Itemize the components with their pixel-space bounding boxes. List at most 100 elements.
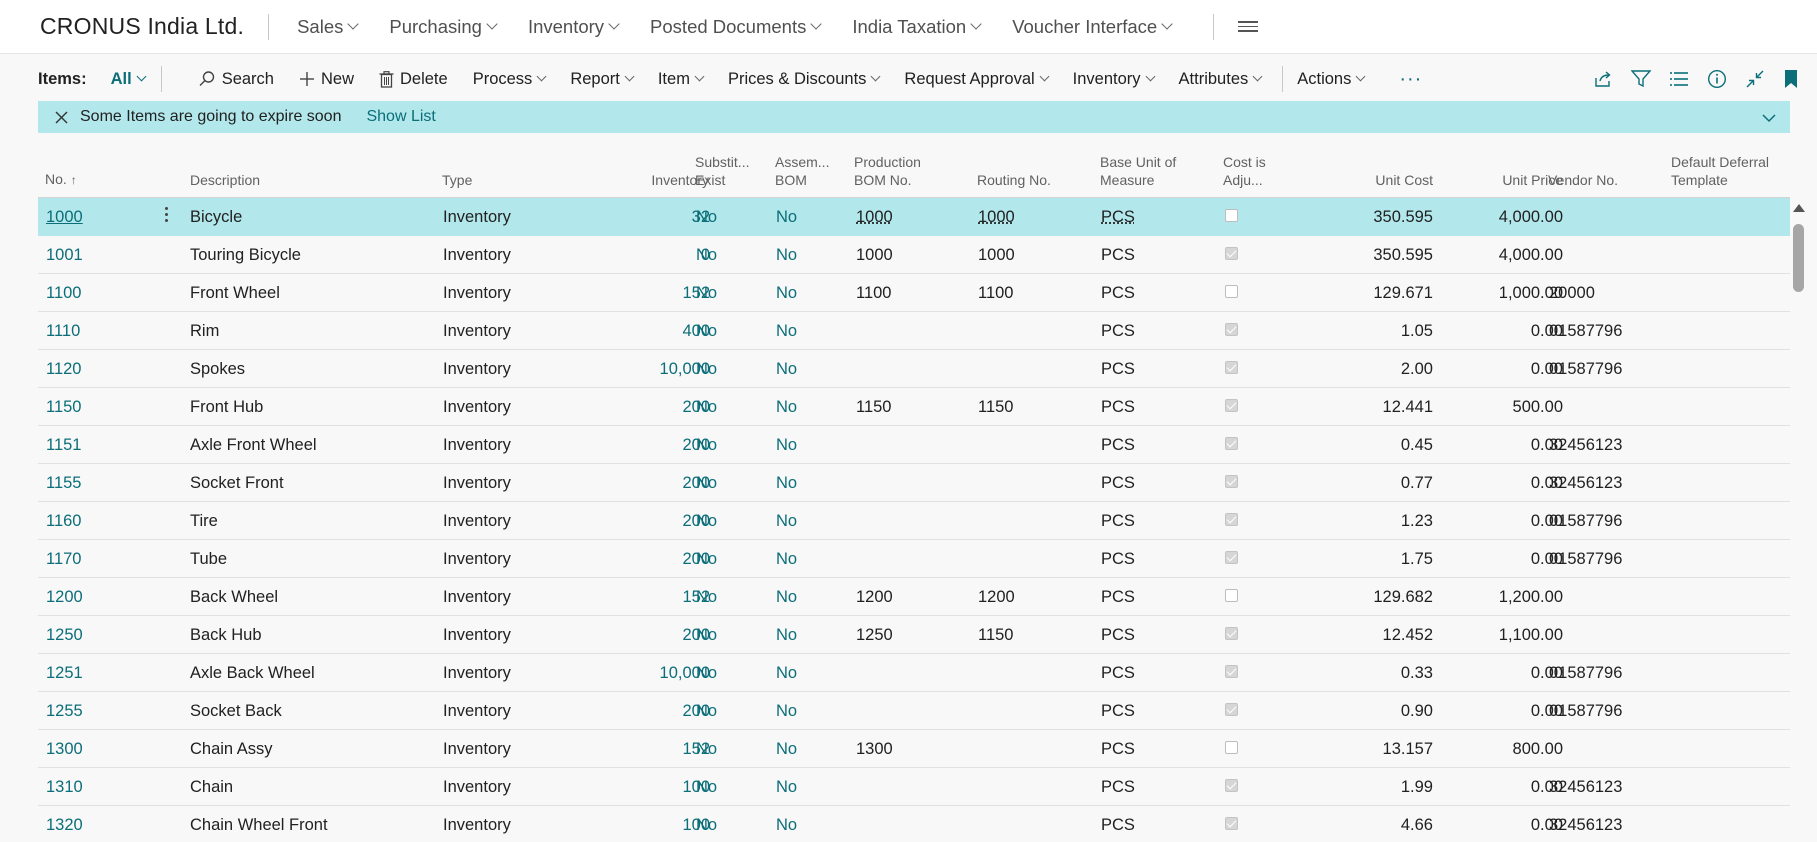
cell-description[interactable]: Back Wheel	[190, 588, 278, 607]
cell-production-bom[interactable]: 1300	[856, 740, 893, 759]
cell-base-uom[interactable]: PCS	[1101, 398, 1135, 417]
cell-assembly-bom[interactable]: No	[776, 246, 797, 265]
item-no-link[interactable]: 1251	[46, 664, 83, 683]
table-row[interactable]: 1151 Axle Front Wheel Inventory 200 No No PCS 0…	[38, 426, 1790, 464]
cell-assembly-bom[interactable]: No	[776, 436, 797, 455]
cell-base-uom[interactable]: PCS	[1101, 588, 1135, 607]
item-no-link[interactable]: 1300	[46, 740, 83, 759]
cell-base-uom[interactable]: PCS	[1101, 436, 1135, 455]
cell-substitutes-exist[interactable]: No	[696, 284, 717, 303]
cell-description[interactable]: Tube	[190, 550, 227, 569]
cell-description[interactable]: Chain	[190, 778, 233, 797]
cell-base-uom[interactable]: PCS	[1101, 778, 1135, 797]
cell-description[interactable]: Socket Back	[190, 702, 282, 721]
cell-unit-cost[interactable]: 4.66	[1401, 816, 1433, 835]
cell-type[interactable]: Inventory	[443, 778, 511, 797]
cell-description[interactable]: Rim	[190, 322, 219, 341]
cell-routing[interactable]: 1000	[978, 246, 1015, 265]
table-row[interactable]: 1170 Tube Inventory 200 No No PCS 1.75 0.00 01587…	[38, 540, 1790, 578]
table-row[interactable]: 1100 Front Wheel Inventory 152 No No 1100 1100 P…	[38, 274, 1790, 312]
cell-substitutes-exist[interactable]: No	[696, 626, 717, 645]
col-header-base-uom[interactable]: Base Unit of Measure	[1100, 153, 1176, 189]
cell-base-uom[interactable]: PCS	[1101, 740, 1135, 759]
cell-routing[interactable]: 1200	[978, 588, 1015, 607]
cell-type[interactable]: Inventory	[443, 474, 511, 493]
cell-production-bom[interactable]: 1000	[856, 208, 893, 227]
cell-routing[interactable]: 1150	[978, 626, 1013, 645]
cell-base-uom[interactable]: PCS	[1101, 512, 1135, 531]
chevron-down-icon[interactable]	[1762, 110, 1776, 128]
cell-substitutes-exist[interactable]: No	[696, 322, 717, 341]
list-view-icon[interactable]	[1669, 70, 1689, 88]
item-no-link[interactable]: 1150	[46, 398, 81, 417]
cell-unit-price[interactable]: 4,000.00	[1499, 208, 1563, 227]
cell-unit-cost[interactable]: 0.45	[1401, 436, 1433, 455]
cell-type[interactable]: Inventory	[443, 550, 511, 569]
cell-assembly-bom[interactable]: No	[776, 550, 797, 569]
item-no-link[interactable]: 1160	[46, 512, 81, 531]
cell-assembly-bom[interactable]: No	[776, 626, 797, 645]
new-button[interactable]: New	[299, 70, 354, 89]
cell-production-bom[interactable]: 1200	[856, 588, 893, 607]
table-row[interactable]: 1320 Chain Wheel Front Inventory 100 No No PCS…	[38, 806, 1790, 842]
menu-attributes[interactable]: Attributes	[1179, 70, 1263, 89]
nav-sales[interactable]: Sales	[297, 16, 360, 38]
cell-production-bom[interactable]: 1250	[856, 626, 893, 645]
nav-india-taxation[interactable]: India Taxation	[852, 16, 982, 38]
cell-vendor-no[interactable]: 20000	[1549, 284, 1595, 303]
cell-assembly-bom[interactable]: No	[776, 588, 797, 607]
bookmark-icon[interactable]	[1783, 69, 1799, 89]
cell-unit-cost[interactable]: 12.452	[1383, 626, 1433, 645]
col-header-description[interactable]: Description	[190, 171, 260, 189]
cell-unit-cost[interactable]: 0.77	[1401, 474, 1433, 493]
cell-substitutes-exist[interactable]: No	[696, 702, 717, 721]
cell-base-uom[interactable]: PCS	[1101, 322, 1135, 341]
col-header-routing[interactable]: Routing No.	[977, 171, 1051, 189]
cell-base-uom[interactable]: PCS	[1101, 816, 1135, 835]
cell-vendor-no[interactable]: 32456123	[1549, 778, 1622, 797]
table-row[interactable]: 1251 Axle Back Wheel Inventory 10,000 No No PC…	[38, 654, 1790, 692]
col-header-vendor[interactable]: Vendor No.	[1548, 171, 1618, 189]
cell-type[interactable]: Inventory	[443, 588, 511, 607]
cell-base-uom[interactable]: PCS	[1101, 664, 1135, 683]
table-row[interactable]: 1150 Front Hub Inventory 200 No No 1150 1150 PCS…	[38, 388, 1790, 426]
item-no-link[interactable]: 1250	[46, 626, 83, 645]
share-icon[interactable]	[1593, 70, 1613, 88]
cell-vendor-no[interactable]: 01587796	[1549, 360, 1622, 379]
cell-substitutes-exist[interactable]: No	[696, 550, 717, 569]
menu-prices-discounts[interactable]: Prices & Discounts	[728, 70, 881, 89]
menu-item[interactable]: Item	[658, 70, 705, 89]
cell-description[interactable]: Front Hub	[190, 398, 263, 417]
cell-assembly-bom[interactable]: No	[776, 360, 797, 379]
cell-type[interactable]: Inventory	[443, 208, 511, 227]
cell-vendor-no[interactable]: 01587796	[1549, 702, 1622, 721]
cell-unit-cost[interactable]: 1.75	[1401, 550, 1433, 569]
cell-unit-cost[interactable]: 13.157	[1383, 740, 1433, 759]
cell-assembly-bom[interactable]: No	[776, 816, 797, 835]
search-button[interactable]: Search	[198, 70, 274, 89]
cell-unit-cost[interactable]: 0.33	[1401, 664, 1433, 683]
cell-base-uom[interactable]: PCS	[1101, 626, 1135, 645]
scrollbar-thumb[interactable]	[1793, 224, 1804, 292]
item-no-link[interactable]: 1001	[46, 246, 83, 265]
col-header-assembly-bom[interactable]: Assem... BOM	[775, 153, 829, 189]
cell-assembly-bom[interactable]: No	[776, 322, 797, 341]
cell-base-uom[interactable]: PCS	[1101, 360, 1135, 379]
cell-unit-price[interactable]: 1,200.00	[1499, 588, 1563, 607]
cell-routing[interactable]: 1100	[978, 284, 1013, 303]
menu-request-approval[interactable]: Request Approval	[904, 70, 1050, 89]
cell-type[interactable]: Inventory	[443, 664, 511, 683]
cell-base-uom[interactable]: PCS	[1101, 550, 1135, 569]
cell-assembly-bom[interactable]: No	[776, 398, 797, 417]
view-filter-dropdown[interactable]: All	[111, 70, 147, 89]
cell-base-uom[interactable]: PCS	[1101, 246, 1135, 265]
cell-type[interactable]: Inventory	[443, 740, 511, 759]
item-no-link[interactable]: 1200	[46, 588, 83, 607]
table-row[interactable]: 1300 Chain Assy Inventory 152 No No 1300 PCS 13.…	[38, 730, 1790, 768]
company-name[interactable]: CRONUS India Ltd.	[40, 13, 244, 40]
cell-unit-cost[interactable]: 350.595	[1373, 208, 1433, 227]
cell-description[interactable]: Axle Back Wheel	[190, 664, 315, 683]
table-row[interactable]: 1250 Back Hub Inventory 200 No No 1250 1150 PCS 1…	[38, 616, 1790, 654]
col-header-substitutes[interactable]: Substit... Exist	[695, 153, 749, 189]
table-row[interactable]: 1000 Bicycle Inventory 32 No No 1000 1000 PCS 350…	[38, 198, 1790, 236]
